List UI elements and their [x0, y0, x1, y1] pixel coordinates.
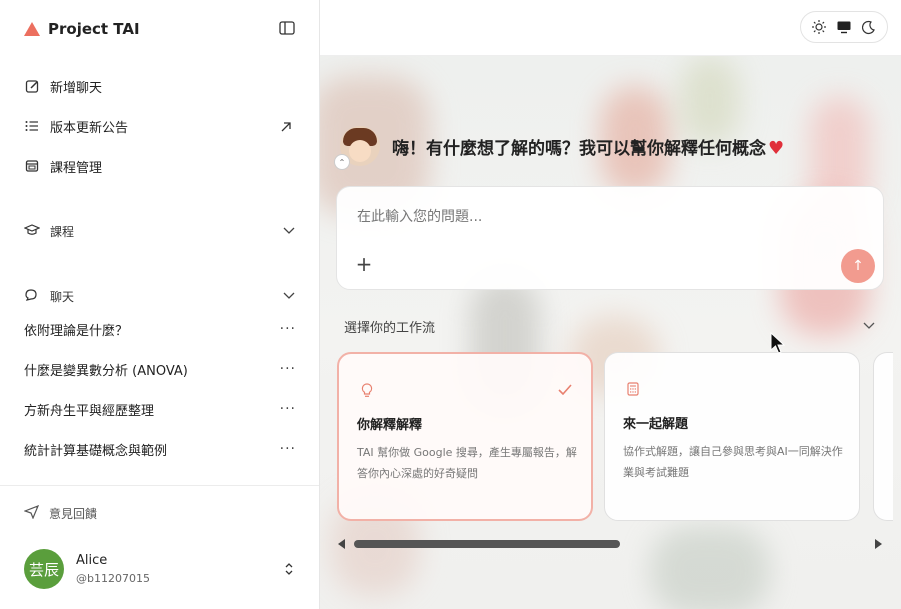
sun-icon[interactable]	[810, 18, 828, 36]
new-chat-label: 新增聊天	[50, 80, 103, 96]
user-name: Alice	[76, 553, 108, 568]
scroll-left-icon[interactable]	[338, 539, 345, 549]
chevron-up-down-icon[interactable]	[282, 559, 296, 579]
question-input[interactable]: 在此輸入您的問題...	[357, 206, 482, 226]
card-description: TAI 幫你做 Google 搜尋，產生專屬報告，解答你內心深處的好奇疑問	[357, 446, 577, 480]
theme-switcher	[800, 11, 888, 43]
course-management-button[interactable]: 課程管理	[24, 156, 102, 176]
chat-section-toggle[interactable]: 聊天	[24, 287, 296, 305]
chevron-down-icon	[282, 224, 296, 238]
monitor-icon[interactable]	[835, 18, 853, 36]
course-management-label: 課程管理	[50, 160, 103, 176]
workflow-card-solve[interactable]: 來一起解題 協作式解題，讓自己參與思考與AI一同解決作業與考試難題	[604, 352, 860, 521]
more-options-icon[interactable]: ···	[280, 361, 296, 377]
chat-history-item[interactable]: 依附理論是什麼？ ···	[24, 319, 296, 339]
chat-bubbles-icon	[24, 288, 40, 305]
chat-title: 什麼是變異數分析 (ANOVA)	[24, 363, 188, 379]
chat-history-item[interactable]: 方新舟生平與經歷整理 ···	[24, 399, 296, 419]
send-button[interactable]: ↑	[841, 249, 875, 283]
top-bar	[320, 0, 901, 56]
swap-avatar-icon[interactable]: ⌃	[334, 154, 350, 170]
logo-icon	[24, 22, 40, 36]
mouse-cursor-icon	[770, 331, 786, 356]
horizontal-scrollbar[interactable]	[336, 536, 884, 552]
card-title: 你解釋解釋	[357, 418, 423, 433]
chat-history-item[interactable]: 統計計算基礎概念與範例 ···	[24, 439, 296, 459]
user-handle: @b11207015	[76, 572, 150, 585]
chat-history-item[interactable]: 什麼是變異數分析 (ANOVA) ···	[24, 359, 296, 379]
arrow-up-icon: ↑	[852, 258, 864, 274]
chat-label: 聊天	[50, 289, 75, 304]
feedback-label: 意見回饋	[49, 506, 98, 521]
course-manage-icon	[24, 158, 40, 174]
new-chat-button[interactable]: 新增聊天	[24, 76, 102, 96]
brand[interactable]: Project TAI	[24, 18, 140, 40]
add-attachment-icon[interactable]: +	[355, 254, 373, 274]
card-description: 協作式解題，讓自己參與思考與AI一同解決作業與考試難題	[623, 445, 843, 479]
release-notes-link[interactable]: 版本更新公告	[24, 116, 128, 136]
sidebar-toggle-icon[interactable]	[278, 20, 296, 36]
sidebar-footer: 意見回饋 芸辰 Alice @b11207015	[0, 485, 319, 609]
courses-section-toggle[interactable]: 課程	[23, 222, 296, 240]
more-options-icon[interactable]: ···	[280, 401, 296, 417]
chevron-down-icon	[862, 319, 876, 333]
moon-icon[interactable]	[860, 18, 878, 36]
user-menu[interactable]: 芸辰 Alice @b11207015	[24, 549, 296, 589]
assistant-avatar[interactable]: ⌃	[334, 126, 380, 170]
edit-icon	[24, 78, 40, 94]
scrollbar-thumb[interactable]	[354, 540, 620, 548]
release-notes-label: 版本更新公告	[50, 120, 129, 136]
more-options-icon[interactable]: ···	[280, 321, 296, 337]
lightbulb-icon	[359, 382, 375, 398]
courses-label: 課程	[50, 224, 75, 239]
heart-icon: ♥	[768, 137, 785, 159]
greeting: ⌃ 嗨！有什麼想了解的嗎？我可以幫你解釋任何概念 ♥	[334, 124, 784, 170]
workflow-card-explain[interactable]: 你解釋解釋 TAI 幫你做 Google 搜尋，產生專屬報告，解答你內心深處的好…	[337, 352, 593, 521]
card-title: 來一起解題	[623, 417, 689, 432]
list-icon	[24, 118, 40, 134]
chevron-down-icon	[282, 289, 296, 303]
calculator-icon	[625, 381, 641, 397]
send-icon	[23, 504, 40, 522]
greeting-text: 嗨！有什麼想了解的嗎？我可以幫你解釋任何概念 ♥	[392, 134, 784, 159]
workflow-section-toggle[interactable]: 選擇你的工作流	[344, 316, 876, 336]
chat-title: 依附理論是什麼？	[24, 323, 129, 339]
workflow-label: 選擇你的工作流	[344, 320, 436, 336]
chat-title: 統計計算基礎概念與範例	[24, 443, 168, 459]
avatar: 芸辰	[24, 549, 64, 589]
app-title: Project TAI	[48, 20, 140, 38]
workflow-card-next[interactable]	[873, 352, 893, 521]
chat-title: 方新舟生平與經歷整理	[24, 403, 155, 419]
message-composer[interactable]: 在此輸入您的問題... + ↑	[336, 186, 884, 290]
graduation-cap-icon	[23, 223, 41, 240]
main-area: ⌃ 嗨！有什麼想了解的嗎？我可以幫你解釋任何概念 ♥ 在此輸入您的問題... + …	[320, 0, 901, 609]
greeting-message: 嗨！有什麼想了解的嗎？我可以幫你解釋任何概念	[392, 138, 766, 159]
sidebar: Project TAI 新增聊天 版本更新公告 課程管理 課程 聊天 依附理論是…	[0, 0, 320, 609]
more-options-icon[interactable]: ···	[280, 441, 296, 457]
scroll-right-icon[interactable]	[875, 539, 882, 549]
feedback-button[interactable]: 意見回饋	[23, 504, 98, 522]
external-link-icon[interactable]	[280, 118, 294, 132]
checkmark-icon	[557, 381, 573, 397]
